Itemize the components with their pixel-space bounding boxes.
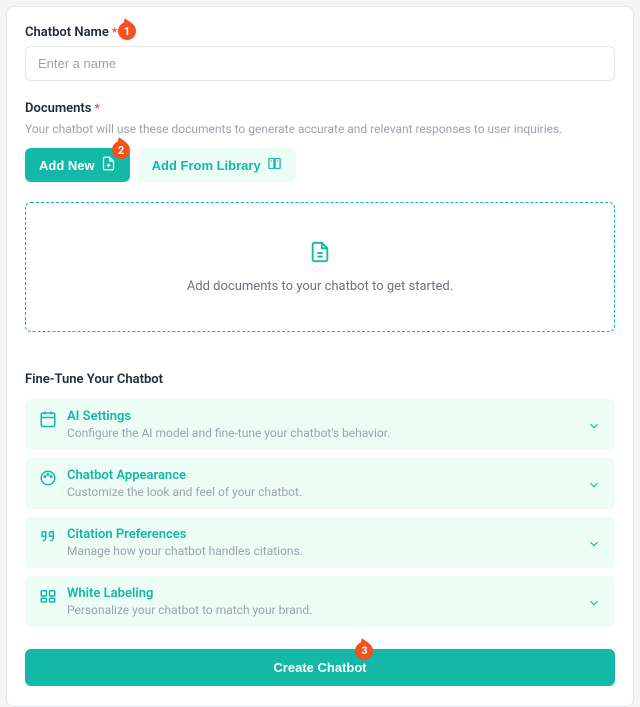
chevron-down-icon bbox=[587, 595, 601, 609]
create-chatbot-label: Create Chatbot bbox=[273, 660, 366, 675]
accordion-title: Citation Preferences bbox=[67, 527, 577, 542]
library-icon bbox=[267, 156, 282, 174]
documents-description: Your chatbot will use these documents to… bbox=[25, 122, 615, 136]
accordion-desc: Manage how your chatbot handles citation… bbox=[67, 544, 577, 558]
step-badge-1: 1 bbox=[118, 22, 136, 40]
chatbot-name-input[interactable] bbox=[25, 46, 615, 81]
accordion-desc: Personalize your chatbot to match your b… bbox=[67, 603, 577, 617]
documents-section: Documents * Your chatbot will use these … bbox=[25, 101, 615, 332]
chevron-down-icon bbox=[587, 536, 601, 550]
step-badge-2: 2 bbox=[112, 141, 130, 159]
accordion-citation[interactable]: Citation Preferences Manage how your cha… bbox=[25, 517, 615, 568]
documents-label: Documents * bbox=[25, 101, 615, 116]
accordion-white-label[interactable]: White Labeling Personalize your chatbot … bbox=[25, 576, 615, 627]
finetune-section-title: Fine-Tune Your Chatbot bbox=[25, 372, 615, 387]
required-asterisk: * bbox=[94, 101, 99, 115]
chevron-down-icon bbox=[587, 418, 601, 432]
file-add-icon bbox=[101, 156, 116, 174]
add-from-library-label: Add From Library bbox=[152, 158, 261, 173]
chatbot-form-card: Chatbot Name * 1 Documents * Your chatbo… bbox=[6, 6, 634, 707]
documents-label-text: Documents bbox=[25, 101, 91, 116]
palette-icon bbox=[39, 469, 57, 487]
chatbot-name-label: Chatbot Name * 1 bbox=[25, 25, 615, 40]
chevron-down-icon bbox=[587, 477, 601, 491]
documents-button-row: Add New 2 Add From Library bbox=[25, 148, 615, 182]
create-chatbot-button[interactable]: Create Chatbot 3 bbox=[25, 649, 615, 686]
accordion-body: AI Settings Configure the AI model and f… bbox=[67, 409, 577, 440]
accordion-title: Chatbot Appearance bbox=[67, 468, 577, 483]
quote-icon bbox=[39, 528, 57, 546]
accordion-desc: Customize the look and feel of your chat… bbox=[67, 485, 577, 499]
accordion-body: White Labeling Personalize your chatbot … bbox=[67, 586, 577, 617]
accordion-title: AI Settings bbox=[67, 409, 577, 424]
add-new-label: Add New bbox=[39, 158, 95, 173]
chatbot-name-label-text: Chatbot Name bbox=[25, 25, 109, 40]
tag-icon bbox=[39, 587, 57, 605]
calendar-icon bbox=[39, 410, 57, 428]
accordion-ai-settings[interactable]: AI Settings Configure the AI model and f… bbox=[25, 399, 615, 450]
accordion-body: Citation Preferences Manage how your cha… bbox=[67, 527, 577, 558]
accordion-appearance[interactable]: Chatbot Appearance Customize the look an… bbox=[25, 458, 615, 509]
documents-dropzone[interactable]: Add documents to your chatbot to get sta… bbox=[25, 202, 615, 332]
document-icon bbox=[309, 241, 331, 267]
step-badge-3: 3 bbox=[355, 642, 373, 660]
add-from-library-button[interactable]: Add From Library bbox=[138, 148, 296, 182]
accordion-desc: Configure the AI model and fine-tune you… bbox=[67, 426, 577, 440]
required-asterisk: * bbox=[112, 25, 117, 39]
accordion-title: White Labeling bbox=[67, 586, 577, 601]
empty-documents-text: Add documents to your chatbot to get sta… bbox=[187, 279, 453, 294]
accordion-body: Chatbot Appearance Customize the look an… bbox=[67, 468, 577, 499]
